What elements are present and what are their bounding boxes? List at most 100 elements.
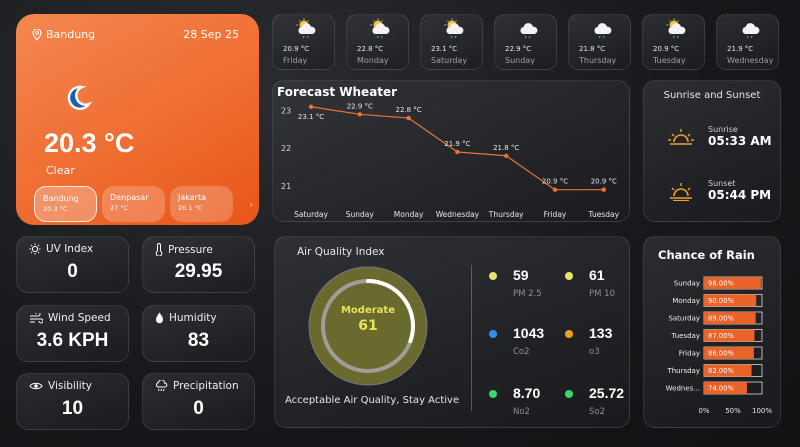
cloud-rain-icon xyxy=(742,23,760,39)
forecast-point xyxy=(308,104,314,109)
city-chip-bandung[interactable]: Bandung 20.3 °C xyxy=(34,186,97,222)
divider xyxy=(471,265,472,411)
current-condition: Clear xyxy=(46,164,75,177)
sunset-label: Sunset xyxy=(708,179,736,188)
forecast-point xyxy=(504,153,509,158)
cloud-rain-icon xyxy=(594,23,612,39)
status-dot xyxy=(565,272,573,280)
metric-label: Visibility xyxy=(48,380,93,392)
forecast-day: Thursday xyxy=(579,56,617,65)
sun-cloud-rain-icon xyxy=(666,18,686,39)
uv-index-card: UV Index 0 xyxy=(16,236,129,293)
forecast-day-monday[interactable]: 22.8 °C Monday xyxy=(346,14,409,70)
chevron-right-icon[interactable]: › xyxy=(249,198,253,211)
humidity-card: Humidity 83 xyxy=(142,305,255,362)
city-name: Jakarta xyxy=(178,193,206,202)
forecast-data-label: 22.8 °C xyxy=(395,106,421,114)
forecast-point xyxy=(406,115,411,121)
metric-label: Precipitation xyxy=(173,380,239,392)
forecast-point xyxy=(552,187,558,192)
forecast-point xyxy=(601,187,606,192)
sunrise-row: Sunrise 05:33 AM xyxy=(668,125,772,148)
pressure-card: Pressure 29.95 xyxy=(142,236,255,293)
forecast-day-wednesday[interactable]: 21.9 °C Wednesday xyxy=(716,14,779,70)
precipitation-card: Precipitation 0 xyxy=(142,373,255,430)
metric-label: UV Index xyxy=(46,243,94,255)
x-tick-label: Sunday xyxy=(346,210,375,219)
sunset-time: 05:44 PM xyxy=(708,188,772,202)
thermometer-icon xyxy=(155,243,163,256)
city-chip-jakarta[interactable]: Jakarta 26.1 °C xyxy=(170,186,233,222)
forecast-day: Tuesday xyxy=(653,56,686,65)
forecast-temp: 20.9 °C xyxy=(283,45,310,53)
current-weather-card: Bandung 28 Sep 25 20.3 °C Clear Bandung … xyxy=(16,14,259,225)
location-pin-icon xyxy=(32,28,42,41)
rain-category-label: Friday xyxy=(679,350,700,358)
pollutant-name: No2 xyxy=(513,407,530,417)
forecast-chart-card: Forecast Wheater 23 22 21 23.1 °C Saturday 22… xyxy=(272,80,630,222)
city-selector: Bandung 20.3 °C Denpasar 27 °C Jakarta 2… xyxy=(34,186,233,222)
cloud-rain-icon xyxy=(520,23,538,39)
rain-category-label: Saturday xyxy=(668,315,700,323)
forecast-day-thursday[interactable]: 21.8 °C Thursday xyxy=(568,14,631,70)
metric-value: 29.95 xyxy=(174,261,223,282)
forecast-data-label: 20.9 °C xyxy=(591,178,617,186)
pollutant-name: So2 xyxy=(589,407,606,417)
rain-category-label: Wednes... xyxy=(666,385,700,393)
forecast-temp: 21.9 °C xyxy=(727,45,754,53)
metric-label: Humidity xyxy=(169,312,217,324)
y-tick-label: 22 xyxy=(281,144,291,153)
sunrise-sunset-card: Sunrise and Sunset Sunrise 05:33 AM Suns… xyxy=(643,80,781,222)
forecast-day-saturday[interactable]: 23.1 °C Saturday xyxy=(420,14,483,70)
rain-bar-label: 98.00% xyxy=(708,280,734,288)
air-quality-message: Acceptable Air Quality, Stay Active xyxy=(285,395,460,406)
pollutant-name: Co2 xyxy=(513,347,530,357)
current-temperature: 20.3 °C xyxy=(44,128,135,158)
chance-of-rain-card: Chance of Rain Sunday 98.00% Monday 90.00% S… xyxy=(643,236,781,428)
status-dot xyxy=(489,330,497,338)
rain-bar-label: 87.00% xyxy=(708,332,734,340)
metric-value: 10 xyxy=(61,398,84,419)
metric-value: 3.6 KPH xyxy=(36,330,109,351)
city-temp: 26.1 °C xyxy=(178,204,203,212)
sun-rays-icon xyxy=(29,243,41,255)
air-quality-title: Air Quality Index xyxy=(297,246,385,258)
city-temp: 27 °C xyxy=(110,204,129,212)
visibility-card: Visibility 10 xyxy=(16,373,129,430)
city-chip-denpasar[interactable]: Denpasar 27 °C xyxy=(102,186,165,222)
x-tick-label: 0% xyxy=(698,407,709,415)
forecast-day: Saturday xyxy=(431,56,468,65)
x-tick-label: Monday xyxy=(394,210,424,219)
sunrise-label: Sunrise xyxy=(708,125,738,134)
forecast-data-label: 21.9 °C xyxy=(444,140,470,148)
forecast-temp: 23.1 °C xyxy=(431,45,458,53)
forecast-day-sunday[interactable]: 22.9 °C Sunday xyxy=(494,14,557,70)
location-name: Bandung xyxy=(46,28,96,41)
sun-card-title: Sunrise and Sunset xyxy=(663,90,761,101)
pollutant-value: 59 xyxy=(513,267,529,283)
city-name: Bandung xyxy=(43,194,79,203)
sunrise-icon xyxy=(668,128,694,145)
forecast-temp: 22.8 °C xyxy=(357,45,384,53)
forecast-day-tuesday[interactable]: 20.9 °C Tuesday xyxy=(642,14,705,70)
sunset-row: Sunset 05:44 PM xyxy=(668,179,771,202)
eye-icon xyxy=(29,382,43,390)
pollutant-value: 25.72 xyxy=(589,385,625,401)
rain-category-label: Monday xyxy=(672,297,700,305)
status-dot xyxy=(489,272,497,280)
status-dot xyxy=(565,330,573,338)
metric-label: Pressure xyxy=(168,243,213,256)
pollutant-value: 8.70 xyxy=(513,385,541,401)
x-tick-label: Tuesday xyxy=(588,210,620,219)
pollutant-name: o3 xyxy=(589,347,600,357)
rain-bar-label: 89.00% xyxy=(708,315,734,323)
rain-category-label: Sunday xyxy=(674,280,700,288)
pollutant-name: PM 10 xyxy=(589,289,615,299)
city-name: Denpasar xyxy=(110,193,149,202)
forecast-day-friday[interactable]: 20.9 °C Friday xyxy=(272,14,335,70)
droplet-icon xyxy=(156,312,163,324)
forecast-data-label: 23.1 °C xyxy=(298,113,324,121)
x-tick-label: 50% xyxy=(725,407,741,415)
metric-value: 0 xyxy=(193,398,204,419)
y-tick-label: 23 xyxy=(281,107,291,116)
